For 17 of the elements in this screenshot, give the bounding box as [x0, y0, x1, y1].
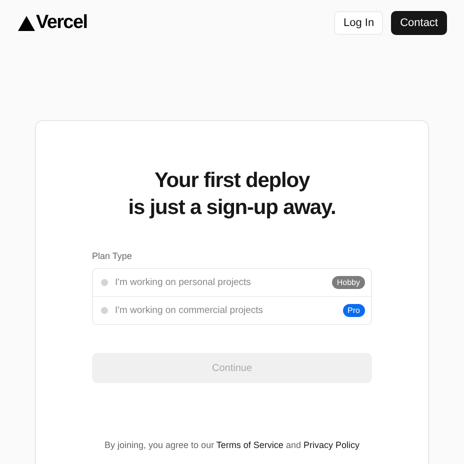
card-title: Your first deploy is just a sign-up away. [127, 168, 337, 221]
triangle-logo-icon [18, 16, 35, 30]
option-label: I'm working on personal projects [115, 277, 252, 288]
option-label: I'm working on commercial projects [115, 305, 264, 316]
logo-text[interactable]: Vercel [36, 12, 88, 34]
privacy-link[interactable]: Privacy Policy [303, 440, 360, 450]
radio-button[interactable] [101, 279, 108, 286]
radio-button[interactable] [101, 307, 108, 314]
terms-link[interactable]: Terms of Service [216, 440, 284, 450]
plan-option[interactable]: I'm working on personal projects Hobby [93, 269, 371, 296]
legal-text: By joining, you agree to our Terms of Service and Privacy Policy [104, 440, 360, 450]
plan-badge: Pro [342, 304, 365, 317]
plan-type-label: Plan Type [92, 251, 133, 261]
contact-button[interactable]: Contact [391, 11, 447, 35]
login-button[interactable]: Log In [334, 11, 384, 35]
plan-option[interactable]: I'm working on commercial projects Pro [93, 296, 371, 324]
plan-badge: Hobby [332, 276, 365, 289]
